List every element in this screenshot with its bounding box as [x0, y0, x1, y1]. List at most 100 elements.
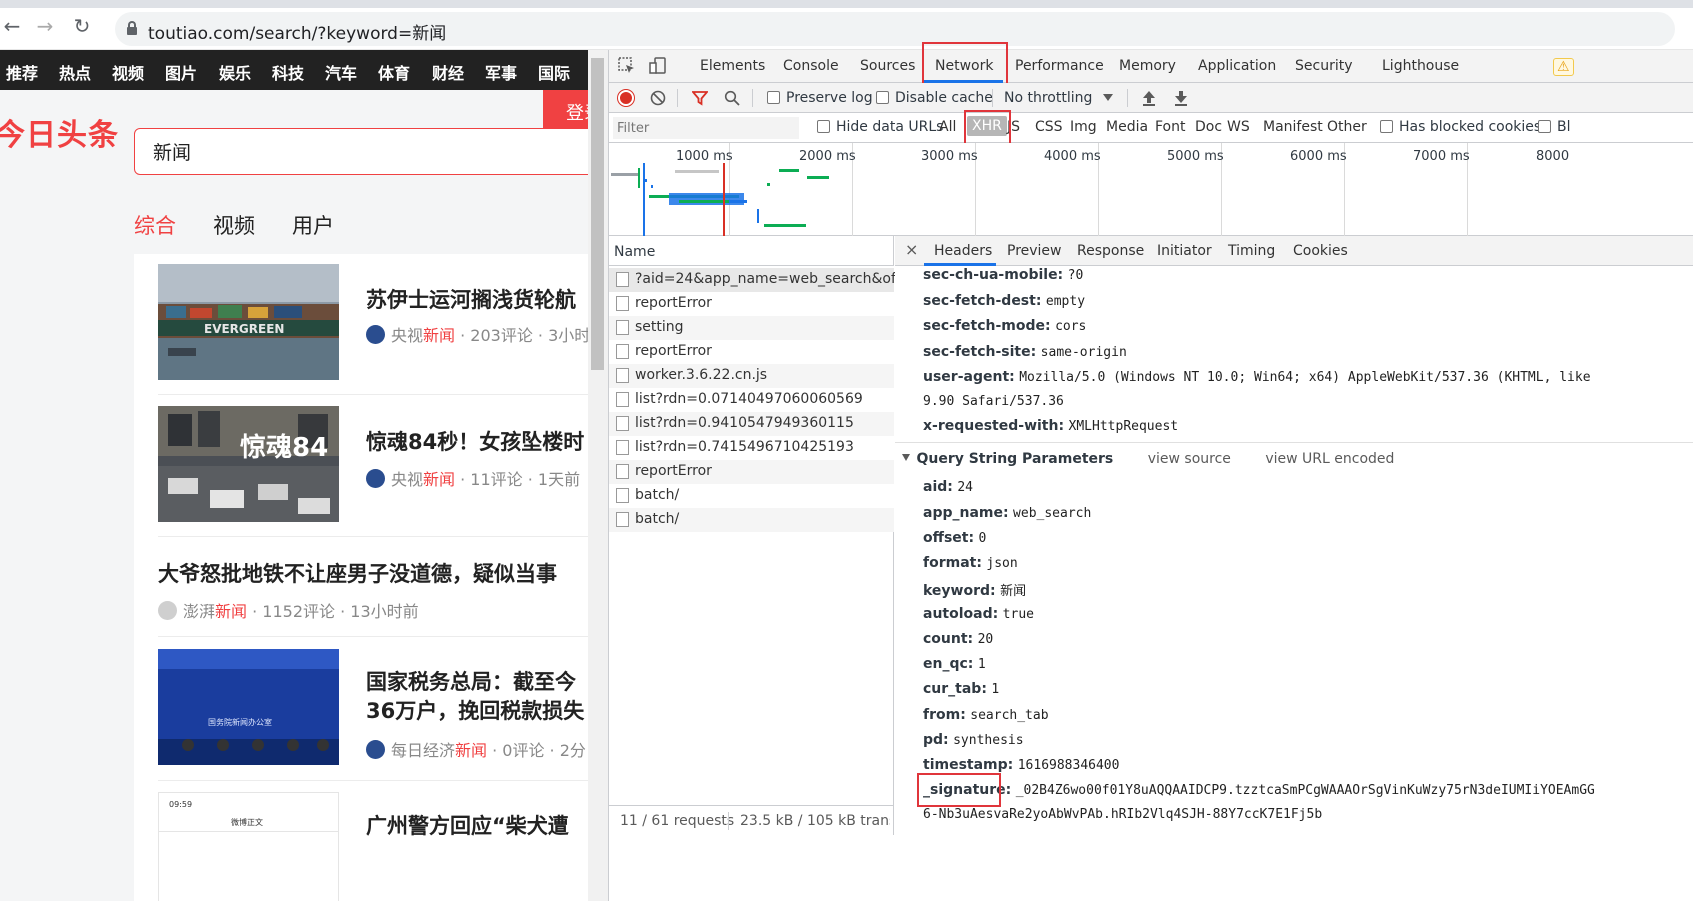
filter-icon[interactable]: [692, 90, 708, 106]
result-source[interactable]: 澎湃: [183, 602, 215, 621]
detail-tab-cookies[interactable]: Cookies: [1293, 243, 1348, 259]
result-title-line2[interactable]: 36万户，挽回税款损失: [366, 695, 584, 725]
detail-tab-headers[interactable]: Headers: [934, 243, 992, 259]
filter-other[interactable]: Other: [1327, 119, 1367, 135]
request-row[interactable]: reportError: [609, 340, 894, 364]
nav-item[interactable]: 体育: [378, 60, 410, 84]
filter-img[interactable]: Img: [1070, 119, 1097, 135]
page-scrollbar[interactable]: [588, 50, 608, 901]
checkbox-icon[interactable]: [1538, 120, 1551, 133]
search-input[interactable]: [153, 140, 553, 162]
nav-item[interactable]: 财经: [432, 60, 464, 84]
detail-tab-response[interactable]: Response: [1077, 243, 1144, 259]
result-thumbnail[interactable]: 国务院新闻办公室: [158, 649, 339, 765]
tab-memory[interactable]: Memory: [1119, 58, 1176, 74]
filter-font[interactable]: Font: [1155, 119, 1185, 135]
view-source-link[interactable]: view source: [1148, 451, 1231, 467]
result-title[interactable]: 惊魂84秒！女孩坠楼时: [366, 426, 584, 456]
detail-tab-preview[interactable]: Preview: [1007, 243, 1062, 259]
checkbox-icon[interactable]: [876, 91, 889, 104]
export-har-icon[interactable]: [1173, 89, 1189, 107]
import-har-icon[interactable]: [1141, 89, 1157, 107]
nav-item[interactable]: 国际: [538, 60, 570, 84]
filter-css[interactable]: CSS: [1035, 119, 1063, 135]
view-url-encoded-link[interactable]: view URL encoded: [1265, 451, 1394, 467]
request-row[interactable]: list?rdn=0.7415496710425193: [609, 436, 894, 460]
blocked-requests-checkbox[interactable]: Bl: [1538, 119, 1571, 135]
nav-item[interactable]: 科技: [272, 60, 304, 84]
filter-doc[interactable]: Doc: [1195, 119, 1222, 135]
nav-item[interactable]: 汽车: [325, 60, 357, 84]
checkbox-icon[interactable]: [1380, 120, 1393, 133]
tab-security[interactable]: Security: [1295, 58, 1353, 74]
result-thumbnail[interactable]: EVERGREEN: [158, 264, 339, 380]
request-row[interactable]: reportError: [609, 292, 894, 316]
tab-sources[interactable]: Sources: [860, 58, 915, 74]
filter-all[interactable]: All: [939, 119, 956, 135]
nav-item[interactable]: 推荐: [6, 60, 38, 84]
url-text[interactable]: toutiao.com/search/?keyword=新闻: [148, 19, 446, 44]
request-row[interactable]: setting: [609, 316, 894, 340]
expand-triangle-icon[interactable]: [902, 454, 910, 461]
result-source[interactable]: 每日经济: [391, 741, 455, 760]
query-string-section-header[interactable]: Query String Parameters view source view…: [902, 451, 1394, 467]
throttling-select[interactable]: No throttling: [1004, 90, 1092, 106]
detail-tab-initiator[interactable]: Initiator: [1157, 243, 1212, 259]
inspect-element-icon[interactable]: [618, 57, 636, 75]
nav-item[interactable]: 热点: [59, 60, 91, 84]
reload-icon[interactable]: ↻: [70, 14, 94, 38]
tab-console[interactable]: Console: [783, 58, 839, 74]
toutiao-logo[interactable]: 今日头条: [0, 110, 119, 154]
result-title[interactable]: 苏伊士运河搁浅货轮航: [366, 284, 576, 314]
tab-comprehensive[interactable]: 综合: [134, 210, 176, 240]
request-row[interactable]: batch/: [609, 508, 894, 532]
filter-media[interactable]: Media: [1106, 119, 1148, 135]
device-toolbar-icon[interactable]: [649, 57, 667, 75]
nav-item[interactable]: 图片: [165, 60, 197, 84]
record-icon[interactable]: [618, 90, 634, 106]
tab-elements[interactable]: Elements: [700, 58, 765, 74]
request-row[interactable]: worker.3.6.22.cn.js: [609, 364, 894, 388]
page-scrollbar-thumb[interactable]: [591, 58, 604, 370]
request-row[interactable]: list?rdn=0.9410547949360115: [609, 412, 894, 436]
close-icon[interactable]: ×: [905, 240, 918, 259]
result-title[interactable]: 大爷怒批地铁不让座男子没道德，疑似当事: [158, 558, 557, 588]
login-button[interactable]: 登录: [543, 90, 588, 128]
filter-manifest[interactable]: Manifest: [1263, 119, 1323, 135]
nav-item[interactable]: 娱乐: [219, 60, 251, 84]
result-source[interactable]: 央视: [391, 470, 423, 489]
nav-item[interactable]: 视频: [112, 60, 144, 84]
nav-item[interactable]: 军事: [485, 60, 517, 84]
result-title[interactable]: 广州警方回应“柴犬遭: [366, 810, 569, 840]
checkbox-icon[interactable]: [767, 91, 780, 104]
filter-input[interactable]: [613, 117, 799, 139]
tab-video[interactable]: 视频: [213, 210, 255, 240]
tab-lighthouse[interactable]: Lighthouse: [1382, 58, 1459, 74]
warning-icon[interactable]: ⚠: [1553, 58, 1574, 76]
result-thumbnail[interactable]: 09:59 微博正文: [158, 792, 339, 901]
tab-performance[interactable]: Performance: [1015, 58, 1104, 74]
has-blocked-cookies-checkbox[interactable]: Has blocked cookies: [1380, 119, 1541, 135]
search-box[interactable]: [134, 128, 588, 175]
request-row[interactable]: batch/: [609, 484, 894, 508]
forward-icon[interactable]: →: [33, 14, 57, 38]
result-title[interactable]: 国家税务总局：截至今: [366, 666, 576, 696]
hide-data-urls-checkbox[interactable]: Hide data URLs: [817, 119, 943, 135]
search-icon[interactable]: [724, 90, 740, 106]
tab-user[interactable]: 用户: [292, 210, 334, 240]
back-icon[interactable]: ←: [0, 14, 24, 38]
result-thumbnail[interactable]: 惊魂84: [158, 406, 339, 522]
request-row[interactable]: reportError: [609, 460, 894, 484]
result-source[interactable]: 央视: [391, 326, 423, 345]
name-column-header[interactable]: Name: [609, 236, 894, 266]
detail-tab-timing[interactable]: Timing: [1228, 243, 1275, 259]
tab-application[interactable]: Application: [1198, 58, 1276, 74]
checkbox-icon[interactable]: [817, 120, 830, 133]
address-bar[interactable]: toutiao.com/search/?keyword=新闻: [115, 12, 1675, 46]
clear-icon[interactable]: [650, 90, 666, 106]
filter-ws[interactable]: WS: [1227, 119, 1250, 135]
request-row-selected[interactable]: ?aid=24&app_name=web_search&offs...: [609, 268, 921, 292]
chevron-down-icon[interactable]: [1103, 94, 1113, 101]
preserve-log-checkbox[interactable]: Preserve log: [767, 90, 873, 106]
disable-cache-checkbox[interactable]: Disable cache: [876, 90, 993, 106]
